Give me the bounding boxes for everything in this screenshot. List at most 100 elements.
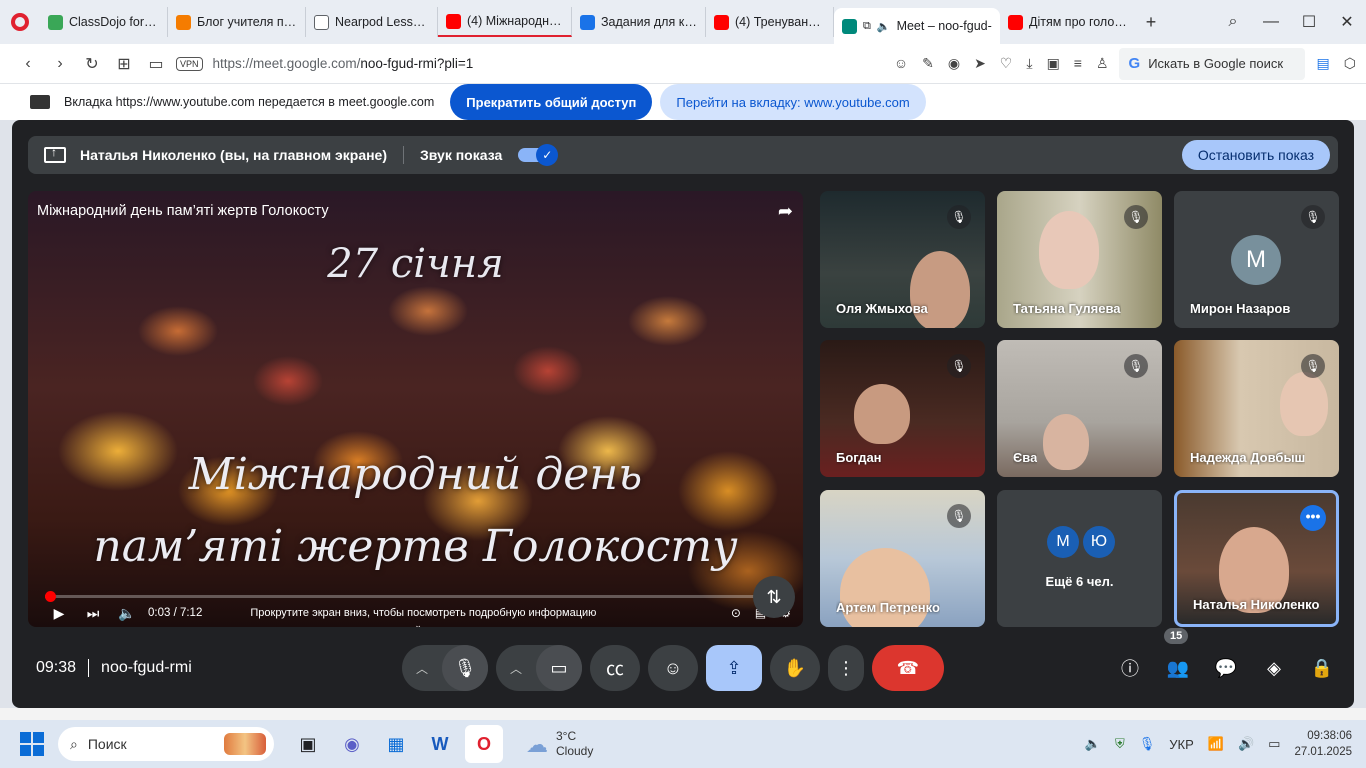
opera-taskbar-icon[interactable]: O [465, 725, 503, 763]
host-controls-icon[interactable]: 🔒 [1310, 658, 1334, 679]
self-tile[interactable]: ••• Наталья Николенко [1174, 490, 1339, 627]
participant-tile[interactable]: 🎙 Оля Жмыхова [820, 191, 985, 328]
raise-hand-icon[interactable]: ✋ [770, 645, 820, 691]
battery-icon[interactable]: ▭ [1268, 736, 1280, 752]
profile-icon[interactable]: ♙ [1096, 55, 1109, 72]
video-camera-icon[interactable]: ▭ [536, 645, 582, 691]
microphone-tray-icon[interactable]: 🎙 [1139, 736, 1156, 752]
hang-up-icon[interactable]: ☎ [872, 645, 944, 691]
participant-tile[interactable]: 🎙 Надежда Довбыш [1174, 340, 1339, 477]
share-audio-toggle[interactable]: ✓ [518, 144, 559, 166]
forward-icon[interactable]: › [44, 55, 76, 73]
emoji-icon[interactable]: ☺ [894, 55, 908, 72]
browser-tab[interactable]: Блог учителя почат [168, 7, 306, 37]
chat-app-icon[interactable]: ◉ [333, 725, 371, 763]
play-icon[interactable]: ▶ [42, 605, 76, 622]
more-vert-icon[interactable]: ⋮ [828, 645, 864, 691]
close-icon[interactable]: ✕ [1328, 12, 1366, 32]
others-tile[interactable]: М Ю Ещё 6 чел. [997, 490, 1162, 627]
participant-tile[interactable]: 🎙 Богдан [820, 340, 985, 477]
blogger-favicon-icon [176, 14, 191, 30]
browser-tab[interactable]: Дітям про голокос [1000, 7, 1136, 37]
go-to-tab-button[interactable]: Перейти на вкладку: www.youtube.com [660, 84, 926, 120]
more-options-icon[interactable]: ••• [1300, 505, 1326, 531]
scroll-hint[interactable]: Прокрутите экран вниз, чтобы посмотреть … [250, 607, 596, 627]
google-search-field[interactable]: G Искать в Google поиск [1118, 47, 1305, 80]
browser-tab-bar: ClassDojo for Teach Блог учителя почат N… [0, 0, 1366, 44]
activities-icon[interactable]: ◈ [1262, 658, 1286, 679]
url-field[interactable]: https://meet.google.com/noo-fgud-rmi?pli… [213, 56, 894, 71]
browser-tab-active[interactable]: ⧉ 🔈 Meet – noo-fgud- [834, 8, 1000, 44]
next-icon[interactable]: ⏭ [76, 605, 110, 622]
sharing-message: Вкладка https://www.youtube.com передает… [64, 95, 435, 109]
back-icon[interactable]: ‹ [12, 55, 44, 73]
presenting-bar: Наталья Николенко (вы, на главном экране… [28, 136, 1338, 174]
speaker-alert-icon[interactable]: 🔈 [1085, 736, 1101, 752]
taskbar-clock[interactable]: 09:38:06 27.01.2025 [1294, 728, 1352, 760]
mic-off-icon: 🎙 [947, 205, 971, 229]
participant-tile[interactable]: 🎙 Єва [997, 340, 1162, 477]
heart-icon[interactable]: ♡ [1000, 55, 1013, 72]
sidebar-panel-icon[interactable]: ▤ [1317, 55, 1330, 72]
tabs-grid-icon[interactable]: ⊞ [108, 54, 140, 74]
language-indicator[interactable]: УКР [1169, 737, 1194, 752]
participant-tile[interactable]: М 🎙 Мирон Назаров [1174, 191, 1339, 328]
search-tabs-icon[interactable]: ⌕ [1214, 13, 1252, 31]
presenter-name: Наталья Николенко (вы, на главном экране… [80, 147, 388, 163]
people-icon[interactable]: 👥 15 [1164, 627, 1190, 679]
task-view-icon[interactable]: ▣ [289, 725, 327, 763]
send-icon[interactable]: ➤ [974, 55, 986, 72]
reload-icon[interactable]: ↻ [76, 54, 108, 74]
snapshot-icon[interactable]: ◉ [948, 55, 960, 72]
chevron-up-icon[interactable]: ︿ [402, 660, 442, 677]
present-screen-button-icon[interactable]: ⇪ [706, 645, 762, 691]
vpn-badge[interactable]: VPN [176, 56, 203, 71]
opera-logo[interactable] [0, 0, 40, 44]
player-icon[interactable]: ▣ [1047, 55, 1060, 72]
chevron-up-icon[interactable]: ︿ [496, 660, 536, 677]
edit-icon[interactable]: ✎ [922, 55, 934, 72]
meet-window: Наталья Николенко (вы, на главном экране… [12, 120, 1354, 708]
store-icon[interactable]: ▦ [377, 725, 415, 763]
video-title[interactable]: Міжнародний день пам’яті жертв Голокосту [37, 203, 329, 219]
maximize-icon[interactable]: ☐ [1290, 12, 1328, 32]
check-icon: ✓ [536, 144, 559, 166]
taskbar-search[interactable]: ⌕ Поиск [58, 727, 274, 761]
autoplay-toggle-icon[interactable]: ⊙ [731, 606, 741, 620]
windows-start-icon[interactable] [20, 732, 44, 756]
stop-sharing-button[interactable]: Прекратить общий доступ [450, 84, 653, 120]
minimize-icon[interactable]: — [1252, 13, 1290, 31]
youtube-player[interactable]: Міжнародний день пам’яті жертв Голокосту… [28, 191, 803, 627]
extensions-cube-icon[interactable]: ⬡ [1344, 55, 1356, 72]
share-arrow-icon[interactable]: ➦ [778, 201, 793, 222]
captions-icon[interactable]: ㏄ [590, 645, 640, 691]
emoji-reaction-icon[interactable]: ☺ [648, 645, 698, 691]
swap-layout-icon[interactable]: ⇅ [753, 576, 795, 618]
browser-tab[interactable]: Nearpod Lessons: D [306, 7, 438, 37]
settings-easy-icon[interactable]: ≡ [1074, 55, 1082, 72]
download-icon[interactable]: ⤓ [1026, 55, 1032, 72]
volume-icon[interactable]: 🔈 [110, 605, 144, 622]
browser-tab[interactable]: (4) Міжнародний д [438, 7, 572, 37]
security-shield-icon[interactable]: ⛨ [1115, 736, 1125, 752]
chat-icon[interactable]: 💬 [1214, 658, 1238, 679]
participant-tile[interactable]: 🎙 Артем Петренко [820, 490, 985, 627]
browser-tab[interactable]: (4) Тренування на [706, 7, 834, 37]
browser-tab[interactable]: Задания для курса [572, 7, 706, 37]
new-tab-icon[interactable]: + [1136, 12, 1166, 33]
word-icon[interactable]: W [421, 725, 459, 763]
camera-icon[interactable]: ▭ [140, 54, 172, 74]
volume-icon[interactable]: 🔊 [1238, 736, 1254, 752]
participant-video [1039, 211, 1099, 289]
meeting-clock: 09:38 [36, 659, 77, 676]
wifi-icon[interactable]: 📶 [1208, 736, 1224, 752]
microphone-icon[interactable]: 🎙 [442, 645, 488, 691]
info-icon[interactable]: ⓘ [1118, 655, 1142, 681]
video-progress-bar[interactable] [45, 591, 786, 602]
participant-tile[interactable]: 🎙 Татьяна Гуляева [997, 191, 1162, 328]
stop-presenting-button[interactable]: Остановить показ [1181, 140, 1330, 170]
weather-widget[interactable]: ☁ 3°C Cloudy [526, 729, 593, 759]
browser-tab[interactable]: ClassDojo for Teach [40, 7, 168, 37]
tab-audio-icon[interactable]: 🔈 [877, 20, 891, 33]
participant-name: Татьяна Гуляева [1013, 301, 1121, 316]
